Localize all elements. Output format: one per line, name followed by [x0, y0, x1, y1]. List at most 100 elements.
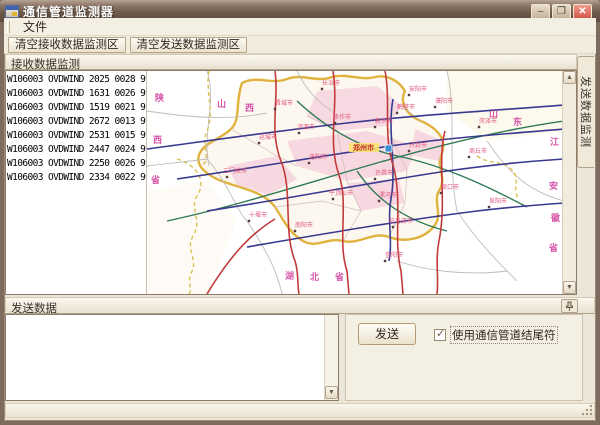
menu-grip: [7, 21, 10, 33]
send-controls-panel: 发送 使用通信管道结尾符: [345, 314, 583, 401]
receive-data-line[interactable]: W106003 OVDWIND 1631 0026 99: [7, 87, 145, 101]
map-city-dot: [257, 142, 259, 144]
map-label: 北: [310, 271, 319, 282]
send-button[interactable]: 发送: [358, 323, 416, 345]
map-label: 商丘市: [469, 147, 487, 155]
send-input-scrollbar[interactable]: ▼: [324, 315, 338, 400]
minimize-button[interactable]: –: [531, 4, 550, 19]
map-city-dot: [373, 178, 375, 180]
map-label: 省: [548, 242, 558, 253]
map-label: 平顶山市: [329, 189, 353, 197]
map-label: 信阳市: [385, 251, 403, 259]
map-label: 安阳市: [409, 85, 427, 93]
map-label: 郑州市: [353, 143, 374, 152]
map-station-marker: [385, 145, 392, 152]
status-bar: [5, 403, 595, 418]
map-city-dot: [320, 88, 322, 90]
receive-data-line[interactable]: W106003 OVDWIND 2250 0026 99: [7, 157, 145, 171]
receive-data-line[interactable]: W106003 OVDWIND 2531 0015 99: [7, 129, 145, 143]
map-label: 南阳市: [295, 221, 313, 229]
maximize-button[interactable]: ❐: [552, 4, 571, 19]
menu-bar: 文件: [4, 18, 596, 36]
send-data-input[interactable]: [6, 315, 324, 400]
map-label: 省: [150, 174, 160, 185]
close-button[interactable]: ✕: [573, 4, 592, 19]
map-label: 湖: [285, 270, 294, 281]
app-icon: [5, 5, 19, 18]
map-label: 陕: [155, 92, 165, 103]
map-label: 阜阳市: [489, 197, 507, 205]
tab-send-monitor[interactable]: 发送数据监测: [577, 56, 594, 168]
map-label: 周口市: [441, 183, 459, 191]
map-label: 江: [550, 136, 559, 147]
map-city-dot: [273, 108, 275, 110]
scroll-up-icon[interactable]: ▲: [563, 71, 576, 84]
map-city-dot: [477, 126, 479, 128]
receive-data-line[interactable]: W106003 OVDWIND 1519 0021 99: [7, 101, 145, 115]
map-label: 鹤壁市: [397, 103, 415, 111]
map-label: 徽: [550, 212, 561, 223]
map-label: 山: [489, 108, 498, 119]
map-label: 运城市: [259, 133, 277, 141]
send-data-panel: 发送数据 ▼ 发送 使用通信管道结尾符: [5, 297, 595, 401]
map-label: 三门峡市: [223, 167, 247, 175]
map-city-dot: [383, 260, 385, 262]
map-label: 长治市: [322, 79, 340, 87]
receive-data-line[interactable]: W106003 OVDWIND 2447 0024 99: [7, 143, 145, 157]
map-city-dot: [391, 226, 393, 228]
map-city-dot: [407, 94, 409, 96]
receive-monitor-panel: 接收数据监测 W106003 OVDWIND 2025 0028 99W1060…: [5, 54, 577, 295]
receive-data-line[interactable]: W106003 OVDWIND 2025 0028 99: [7, 73, 145, 87]
dock-tab-strip: 发送数据监测: [577, 54, 595, 295]
terminator-checkbox-label[interactable]: 使用通信管道结尾符: [450, 326, 558, 344]
clear-receive-button[interactable]: 清空接收数据监测区: [8, 37, 126, 53]
menu-item-file[interactable]: 文件: [15, 17, 55, 36]
map-label: 焦作市: [333, 113, 351, 121]
map-label: 新乡市: [375, 117, 393, 125]
map-label: 驻马店市: [389, 217, 413, 225]
map-label: 东: [513, 116, 522, 127]
map-label: 安: [549, 180, 558, 191]
map-city-dot: [407, 150, 409, 152]
map-city-dot: [333, 122, 335, 124]
map-city-dot: [307, 162, 309, 164]
receive-data-line[interactable]: W106003 OVDWIND 2334 0022 99: [7, 171, 145, 185]
resize-grip-icon[interactable]: [581, 404, 593, 416]
receive-data-line[interactable]: W106003 OVDWIND 2672 0013 99: [7, 115, 145, 129]
tab-send-monitor-label: 发送数据监测: [578, 76, 594, 148]
scroll-down-icon[interactable]: ▼: [563, 281, 576, 294]
terminator-checkbox[interactable]: [434, 329, 446, 341]
receive-panel-caption: 接收数据监测: [5, 54, 577, 70]
map-label: 晋城市: [275, 99, 293, 107]
clear-send-button[interactable]: 清空发送数据监测区: [130, 37, 248, 53]
map-city-dot: [373, 126, 375, 128]
map-city-dot: [377, 200, 379, 202]
map-city-dot: [487, 206, 489, 208]
map-city-dot: [395, 112, 397, 114]
map-city-dot: [297, 132, 299, 134]
map-label: 漯河市: [379, 191, 397, 199]
pin-icon[interactable]: [561, 299, 578, 313]
map-label: 省: [334, 271, 344, 282]
receive-data-list[interactable]: W106003 OVDWIND 2025 0028 99W106003 OVDW…: [6, 71, 147, 294]
pipeline-map: 长治市晋城市 安阳市濮阳市鹤壁市新乡市 焦作市济源市运城市三门峡市 洛阳市 开封市商丘市…: [147, 71, 563, 294]
map-label: 西: [153, 135, 162, 145]
map-vertical-scrollbar[interactable]: ▲ ▼: [562, 71, 576, 294]
map-label: 十堰市: [249, 211, 267, 219]
map-city-dot: [433, 106, 435, 108]
map-label: 开封市: [409, 141, 427, 149]
map-city-dot: [439, 192, 441, 194]
map-label: 濮阳市: [435, 97, 453, 105]
map-city-dot: [467, 156, 469, 158]
map-label: 西: [245, 103, 254, 113]
map-label: 济源市: [297, 123, 315, 131]
map-label: 洛阳市: [309, 153, 327, 161]
tool-bar: 清空接收数据监测区 清空发送数据监测区: [4, 36, 596, 54]
map-city-dot: [247, 220, 249, 222]
map-label: 山: [217, 98, 226, 109]
map-city-dot: [331, 198, 333, 200]
map-city-dot: [293, 230, 295, 232]
app-window: 通信管道监测器 – ❐ ✕ 文件 清空接收数据监测区 清空发送数据监测区 接收数…: [0, 0, 600, 425]
map-label: 许昌市: [375, 169, 393, 177]
scroll-down-icon[interactable]: ▼: [325, 386, 338, 399]
